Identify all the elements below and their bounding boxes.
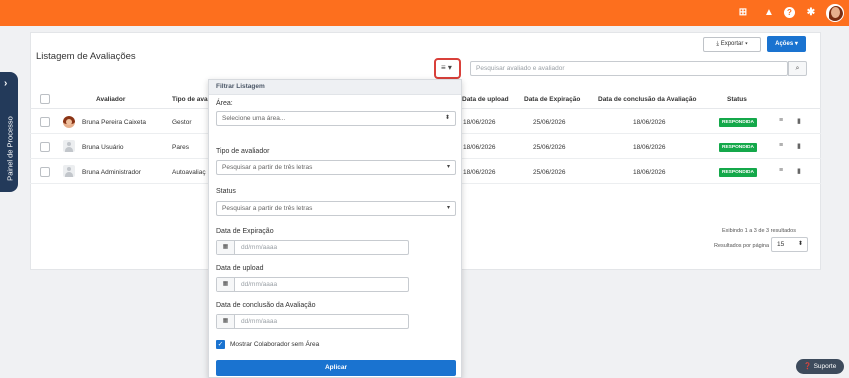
page-title: Listagem de Avaliações <box>36 51 136 62</box>
cell-tipo: Gestor <box>172 119 192 126</box>
trash-icon[interactable]: ▮ <box>797 117 801 125</box>
cell-avaliador: Bruna Administrador <box>82 169 141 176</box>
upload-label: Data de upload <box>216 265 264 272</box>
area-select[interactable]: Selecione uma área... ⬍ <box>216 111 456 126</box>
filter-icon: ≡ ▾ <box>441 63 452 72</box>
cell-avaliador: Bruna Usuário <box>82 144 124 151</box>
col-header-upload[interactable]: Data de upload <box>462 96 509 103</box>
help-icon: ❓ <box>803 363 814 370</box>
status-badge: RESPONDIDA <box>719 143 757 152</box>
chevron-right-icon: › <box>4 78 8 89</box>
user-avatar[interactable] <box>826 4 844 22</box>
cell-upload: 18/06/2026 <box>463 169 496 176</box>
select-all-checkbox[interactable] <box>40 94 50 104</box>
conclusao-label: Data de conclusão da Avaliação <box>216 302 316 309</box>
calendar-icon[interactable]: ▦ <box>217 315 235 328</box>
show-no-area-checkbox[interactable]: ✓ <box>216 340 225 349</box>
calendar-icon[interactable]: ▦ <box>217 278 235 291</box>
export-label: Exportar <box>720 41 744 47</box>
area-placeholder: Selecione uma área... <box>222 115 286 122</box>
filter-dropdown: Filtrar Listagem Área: Selecione uma áre… <box>208 79 462 378</box>
calendar-icon[interactable]: ▦ <box>217 241 235 254</box>
help-icon[interactable]: ? <box>784 7 795 18</box>
chevron-down-icon: ▾ <box>793 41 798 47</box>
cell-conclusao: 18/06/2026 <box>633 119 666 126</box>
list-icon[interactable]: ≡ <box>779 117 783 124</box>
avatar <box>63 116 75 128</box>
cell-expiracao: 25/06/2026 <box>533 169 566 176</box>
per-page-select[interactable]: 15 ⬍ <box>771 237 808 252</box>
process-panel-label: Painel de Processo <box>5 116 15 181</box>
cell-upload: 18/06/2026 <box>463 144 496 151</box>
date-placeholder: dd/mm/aaaa <box>241 281 278 288</box>
status-label: Status <box>216 188 236 195</box>
filter-button[interactable]: ≡ ▾ <box>434 58 461 79</box>
cell-conclusao: 18/06/2026 <box>633 169 666 176</box>
cell-avaliador: Bruna Pereira Caixeta <box>82 119 146 126</box>
tipo-avaliador-label: Tipo de avaliador <box>216 148 270 155</box>
list-icon[interactable]: ≡ <box>779 142 783 149</box>
cell-upload: 18/06/2026 <box>463 119 496 126</box>
apply-button[interactable]: Aplicar <box>216 360 456 376</box>
row-checkbox[interactable] <box>40 117 50 127</box>
upload-date-input[interactable]: ▦ dd/mm/aaaa <box>216 277 409 292</box>
check-icon: ✓ <box>217 341 224 348</box>
col-header-conclusao[interactable]: Data de conclusão da Avaliação <box>598 96 697 103</box>
chevron-down-icon: ▾ <box>446 205 450 211</box>
actions-button[interactable]: Ações ▾ <box>767 36 806 52</box>
cell-expiracao: 25/06/2026 <box>533 119 566 126</box>
search-button[interactable]: ⌕ <box>788 61 807 76</box>
chevron-down-icon: ▾ <box>446 164 450 170</box>
filter-header-label: Filtrar Listagem <box>216 83 265 90</box>
row-checkbox[interactable] <box>40 142 50 152</box>
gear-icon[interactable]: ✱ <box>805 7 817 19</box>
sort-arrows-icon: ⬍ <box>797 241 803 247</box>
search-input[interactable]: Pesquisar avaliado e avaliador <box>470 61 788 76</box>
date-placeholder: dd/mm/aaaa <box>241 318 278 325</box>
process-panel-tab[interactable]: › Painel de Processo <box>0 72 18 192</box>
trash-icon[interactable]: ▮ <box>797 167 801 175</box>
status-select[interactable]: Pesquisar a partir de três letras ▾ <box>216 201 456 216</box>
col-header-expiracao[interactable]: Data de Expiração <box>524 96 580 103</box>
area-label: Área: <box>216 100 233 107</box>
cell-tipo: Pares <box>172 144 189 151</box>
col-header-status[interactable]: Status <box>727 96 747 103</box>
support-button[interactable]: ❓ Suporte <box>796 359 844 374</box>
expiracao-date-input[interactable]: ▦ dd/mm/aaaa <box>216 240 409 255</box>
conclusao-date-input[interactable]: ▦ dd/mm/aaaa <box>216 314 409 329</box>
grid-icon[interactable]: ⊞ <box>737 7 749 19</box>
status-placeholder: Pesquisar a partir de três letras <box>222 205 313 212</box>
cell-tipo: Autoavaliaç <box>172 169 206 176</box>
tipo-avaliador-select[interactable]: Pesquisar a partir de três letras ▾ <box>216 160 456 175</box>
expiracao-label: Data de Expiração <box>216 228 274 235</box>
top-navbar: ⊞ ▲ ? ✱ <box>0 0 849 26</box>
list-icon[interactable]: ≡ <box>779 167 783 174</box>
status-badge: RESPONDIDA <box>719 168 757 177</box>
trash-icon[interactable]: ▮ <box>797 142 801 150</box>
avatar <box>63 140 75 152</box>
chevron-down-icon: ▾ <box>743 41 748 47</box>
status-badge: RESPONDIDA <box>719 118 757 127</box>
sort-arrows-icon: ⬍ <box>444 115 450 121</box>
col-header-tipo[interactable]: Tipo de ava <box>172 96 208 103</box>
cell-expiracao: 25/06/2026 <box>533 144 566 151</box>
results-info: Exibindo 1 a 3 de 3 resultados <box>722 228 796 234</box>
show-no-area-label: Mostrar Colaborador sem Área <box>230 341 320 348</box>
actions-label: Ações <box>775 41 794 47</box>
row-checkbox[interactable] <box>40 167 50 177</box>
tipo-placeholder: Pesquisar a partir de três letras <box>222 164 313 171</box>
bell-icon[interactable]: ▲ <box>763 7 775 19</box>
cell-conclusao: 18/06/2026 <box>633 144 666 151</box>
date-placeholder: dd/mm/aaaa <box>241 244 278 251</box>
per-page-value: 15 <box>777 241 785 248</box>
support-label: Suporte <box>813 363 837 370</box>
col-header-avaliador[interactable]: Avaliador <box>96 96 125 103</box>
per-page-label: Resultados por página <box>714 243 770 249</box>
search-icon: ⌕ <box>795 65 800 72</box>
avatar <box>63 165 75 177</box>
filter-header: Filtrar Listagem <box>209 80 461 95</box>
export-button[interactable]: ⤓ Exportar ▾ <box>703 37 761 52</box>
